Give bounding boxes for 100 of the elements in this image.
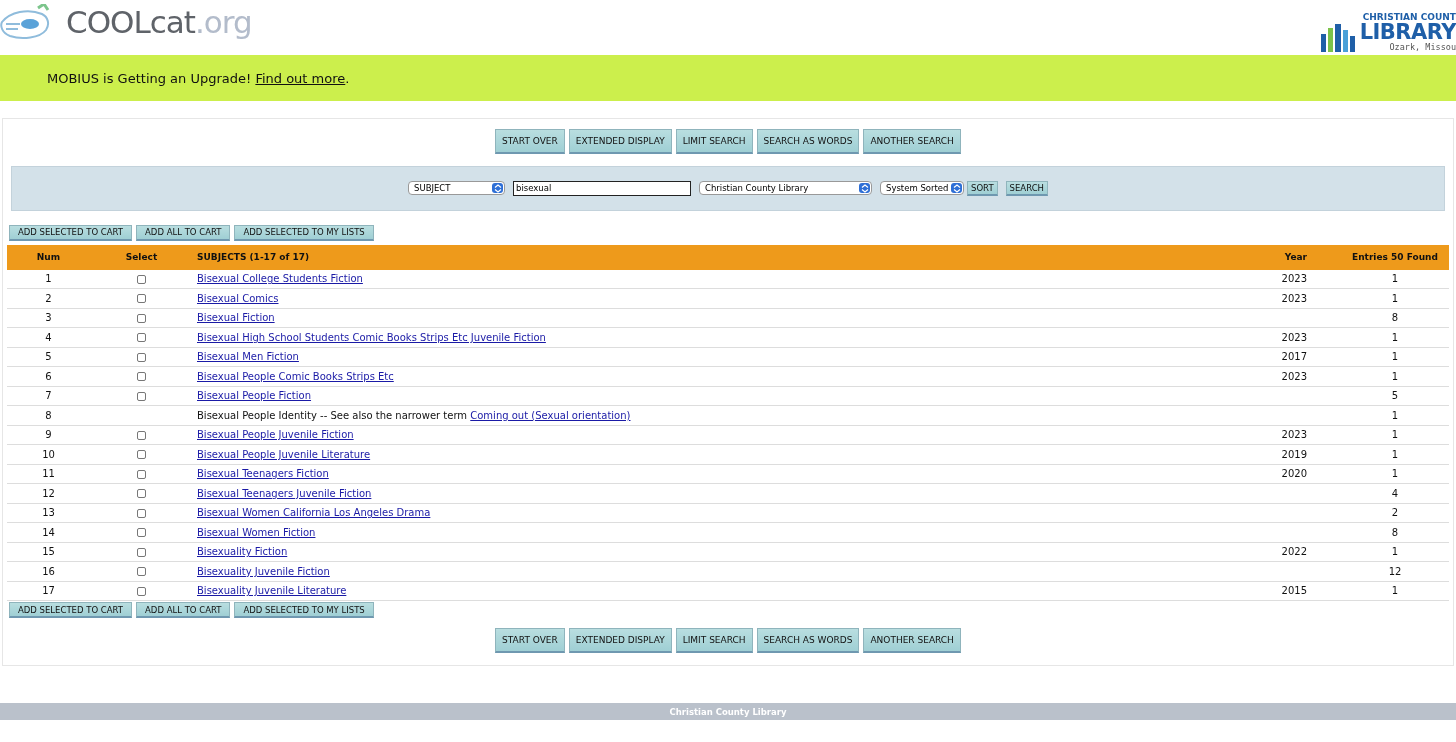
year-text: 2017 bbox=[1281, 351, 1307, 363]
row-checkbox[interactable] bbox=[137, 489, 146, 499]
row-checkbox[interactable] bbox=[137, 352, 146, 362]
row-number: 9 bbox=[7, 425, 90, 445]
nav-button[interactable]: EXTENDED DISPLAY bbox=[568, 129, 672, 154]
search-input[interactable]: bisexual bbox=[513, 180, 691, 196]
column-header: Num bbox=[7, 244, 90, 270]
action-button[interactable]: ADD ALL TO CART bbox=[136, 602, 231, 618]
subject-link[interactable]: Bisexual Women California Los Angeles Drama bbox=[197, 507, 431, 519]
entries-count: 8 bbox=[1391, 526, 1399, 538]
nav-button[interactable]: LIMIT SEARCH bbox=[675, 129, 753, 154]
row-checkbox[interactable] bbox=[137, 469, 146, 479]
row-number: 3 bbox=[7, 308, 90, 328]
row-number: 16 bbox=[7, 561, 90, 581]
subject-link[interactable]: Bisexual Men Fiction bbox=[197, 351, 299, 363]
year-text: 2023 bbox=[1281, 370, 1307, 382]
subject-link[interactable]: Bisexuality Juvenile Literature bbox=[197, 585, 347, 597]
row-checkbox[interactable] bbox=[137, 508, 146, 518]
year-text: 2023 bbox=[1281, 429, 1307, 441]
subject-link[interactable]: Bisexual Comics bbox=[197, 292, 279, 304]
row-checkbox[interactable] bbox=[137, 274, 146, 284]
subject-link[interactable]: Bisexuality Fiction bbox=[197, 546, 288, 558]
row-number: 14 bbox=[7, 522, 90, 542]
nav-button[interactable]: LIMIT SEARCH bbox=[675, 628, 753, 653]
row-number: 1 bbox=[7, 269, 90, 289]
entries-count: 1 bbox=[1391, 448, 1399, 460]
action-button[interactable]: ADD SELECTED TO CART bbox=[9, 602, 133, 618]
action-button[interactable]: ADD SELECTED TO MY LISTS bbox=[234, 224, 374, 241]
entries-count: 1 bbox=[1391, 331, 1399, 343]
upgrade-announcement: MOBIUS is Getting an Upgrade! Find out more. bbox=[47, 70, 350, 86]
subject-link[interactable]: Bisexual Fiction bbox=[197, 312, 275, 324]
nav-button[interactable]: EXTENDED DISPLAY bbox=[568, 628, 672, 653]
row-checkbox[interactable] bbox=[137, 567, 146, 577]
dropdown-caret-icon bbox=[492, 183, 503, 194]
subject-link[interactable]: Bisexuality Juvenile Fiction bbox=[197, 565, 330, 577]
row-checkbox[interactable] bbox=[137, 294, 146, 304]
year-text: 2022 bbox=[1281, 546, 1307, 558]
row-checkbox[interactable] bbox=[137, 391, 146, 401]
year-text: 2020 bbox=[1281, 468, 1307, 480]
entries-count: 1 bbox=[1391, 273, 1399, 285]
subject-link[interactable]: Bisexual Women Fiction bbox=[197, 526, 316, 538]
library-select[interactable]: Christian County Library bbox=[699, 181, 872, 196]
entries-count: 1 bbox=[1391, 292, 1399, 304]
row-number: 11 bbox=[7, 464, 90, 484]
entries-count: 1 bbox=[1391, 585, 1399, 597]
library-logo-text: CHRISTIAN COUNT bbox=[1362, 12, 1456, 22]
year-text: 2023 bbox=[1281, 273, 1307, 285]
row-number: 17 bbox=[7, 581, 90, 601]
subject-link[interactable]: Bisexual People Juvenile Fiction bbox=[197, 429, 354, 441]
row-checkbox[interactable] bbox=[137, 372, 146, 382]
narrower-term-link[interactable]: Coming out (Sexual orientation) bbox=[470, 409, 631, 421]
subject-link[interactable]: Bisexual Teenagers Juvenile Fiction bbox=[197, 487, 372, 499]
subject-link[interactable]: Bisexual College Students Fiction bbox=[197, 273, 363, 285]
action-button[interactable]: ADD SELECTED TO CART bbox=[9, 224, 133, 241]
nav-button[interactable]: SEARCH AS WORDS bbox=[756, 129, 860, 154]
entries-count: 8 bbox=[1391, 312, 1399, 324]
row-checkbox[interactable] bbox=[137, 450, 146, 460]
dropdown-caret-icon bbox=[859, 183, 870, 194]
row-number: 10 bbox=[7, 444, 90, 464]
books-logo-icon bbox=[1320, 24, 1357, 52]
entries-count: 1 bbox=[1391, 409, 1399, 421]
sort-select[interactable]: System Sorted bbox=[880, 181, 964, 196]
action-button[interactable]: ADD SELECTED TO MY LISTS bbox=[234, 602, 374, 618]
entries-count: 5 bbox=[1391, 390, 1399, 402]
nav-button[interactable]: START OVER bbox=[495, 129, 565, 154]
nav-button[interactable]: ANOTHER SEARCH bbox=[863, 129, 961, 154]
library-logo-text: LIBRARY bbox=[1359, 22, 1456, 42]
row-checkbox[interactable] bbox=[137, 313, 146, 323]
year-text: 2023 bbox=[1281, 292, 1307, 304]
footer-text: Christian County Library bbox=[669, 706, 787, 717]
library-location-text: Ozark, Missou bbox=[1389, 42, 1456, 52]
entries-count: 12 bbox=[1388, 565, 1402, 577]
nav-button[interactable]: ANOTHER SEARCH bbox=[863, 628, 961, 653]
row-checkbox[interactable] bbox=[137, 528, 146, 538]
row-checkbox[interactable] bbox=[137, 430, 146, 440]
column-header: SUBJECTS (1-17 of 17) bbox=[193, 244, 1223, 270]
search-type-select[interactable]: SUBJECT bbox=[408, 181, 505, 196]
entries-count: 1 bbox=[1391, 429, 1399, 441]
row-number: 2 bbox=[7, 288, 90, 308]
nav-button[interactable]: SEARCH AS WORDS bbox=[756, 628, 860, 653]
subject-link[interactable]: Bisexual People Comic Books Strips Etc bbox=[197, 370, 394, 382]
nav-button[interactable]: START OVER bbox=[495, 628, 565, 653]
dropdown-caret-icon bbox=[951, 183, 962, 194]
year-text: 2015 bbox=[1281, 585, 1307, 597]
row-number: 13 bbox=[7, 503, 90, 523]
action-button[interactable]: ADD ALL TO CART bbox=[136, 224, 231, 241]
subject-link[interactable]: Bisexual People Fiction bbox=[197, 390, 312, 402]
row-checkbox[interactable] bbox=[137, 586, 146, 596]
subject-link[interactable]: Bisexual High School Students Comic Books Strips Etc Juvenile Fiction bbox=[197, 331, 546, 343]
coolcat-logo[interactable]: COOLcat.org bbox=[66, 4, 252, 40]
row-number: 8 bbox=[7, 405, 90, 425]
row-number: 15 bbox=[7, 542, 90, 562]
subject-link[interactable]: Bisexual People Juvenile Literature bbox=[197, 448, 371, 460]
search-button[interactable]: SEARCH bbox=[1005, 180, 1048, 196]
subject-link[interactable]: Bisexual Teenagers Fiction bbox=[197, 468, 329, 480]
sort-button[interactable]: SORT bbox=[967, 180, 998, 196]
column-header: Entries 50 Found bbox=[1341, 244, 1449, 270]
entries-count: 1 bbox=[1391, 370, 1399, 382]
row-checkbox[interactable] bbox=[137, 547, 146, 557]
row-checkbox[interactable] bbox=[137, 333, 146, 343]
